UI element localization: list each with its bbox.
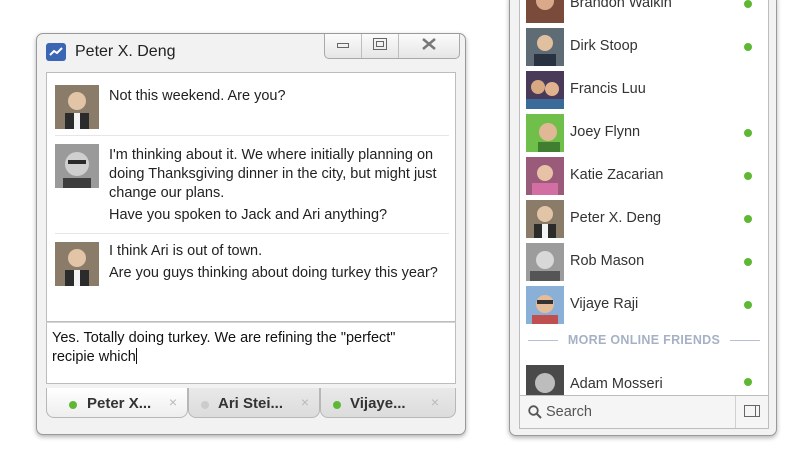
section-label: MORE ONLINE FRIENDS [567,333,721,347]
message-group: I think Ari is out of town. Are you guys… [55,233,449,314]
message-input-text: Yes. Totally doing turkey. We are refini… [52,329,432,367]
friend-name: Vijaye Raji [570,296,639,312]
chat-tab[interactable]: Vijaye... × [320,388,456,418]
friend-row[interactable]: Katie Zacarian [520,155,768,198]
sender-avatar [55,85,99,129]
messenger-icon [46,43,66,61]
friend-name: Joey Flynn [570,124,641,140]
friend-name: Rob Mason [570,253,645,269]
chat-tab-bar: Peter X... × Ari Stei... × Vijaye... × [46,386,456,422]
window-controls [324,34,460,59]
message-text: Have you spoken to Jack and Ari anything… [109,207,388,223]
message-input-line: recipie which [52,349,136,365]
chat-tab-label: Ari Stei... [218,395,284,412]
friend-name: Brandon Walkin [570,0,672,11]
friend-row[interactable]: Adam Mosseri [520,363,768,395]
search-icon [528,405,542,424]
online-status-dot [333,401,341,409]
friend-row[interactable]: Rob Mason [520,241,768,284]
online-status-dot [744,0,752,8]
online-status-dot [744,172,752,180]
online-status-dot [69,401,77,409]
friend-avatar [526,365,564,395]
online-status-dot [744,129,752,137]
friend-name: Katie Zacarian [570,167,664,183]
friend-row[interactable]: Peter X. Deng [520,198,768,241]
friend-row[interactable]: Dirk Stoop [520,26,768,69]
message-text: Are you guys thinking about doing turkey… [109,265,438,281]
more-online-friends-header: MORE ONLINE FRIENDS [528,331,760,351]
chat-tab-label: Vijaye... [350,395,406,412]
online-status-dot [744,258,752,266]
tab-close-icon[interactable]: × [431,394,439,410]
message-text: doing Thanksgiving dinner in the city, b… [109,166,437,182]
message-text: I'm thinking about it. We where initiall… [109,147,434,163]
chat-window: Peter X. Deng Not this weekend. Are you? [36,33,466,435]
online-status-dot [744,43,752,51]
minimize-icon [337,37,349,55]
friend-avatar [526,200,564,238]
sidebar-toggle-icon [744,405,760,417]
friend-name: Adam Mosseri [570,376,663,392]
offline-status-dot [201,401,209,409]
friend-avatar [526,243,564,281]
friend-row[interactable]: Joey Flynn [520,112,768,155]
popout-button[interactable] [361,34,398,58]
sender-avatar [55,144,99,188]
chat-title: Peter X. Deng [75,43,176,60]
tab-close-icon[interactable]: × [169,394,177,410]
friend-avatar [526,286,564,324]
online-status-dot [744,378,752,386]
friend-name: Dirk Stoop [570,38,638,54]
chat-title-bar[interactable]: Peter X. Deng [37,34,465,72]
close-icon [422,37,436,55]
sender-avatar [55,242,99,286]
chat-tab[interactable]: Ari Stei... × [188,388,320,418]
message-text: I think Ari is out of town. [109,243,263,259]
chat-tab[interactable]: Peter X... × [46,388,188,418]
friend-avatar [526,71,564,109]
text-caret [135,348,137,364]
divider-rule [730,340,760,341]
friend-avatar [526,28,564,66]
friends-search[interactable]: Search [519,395,769,429]
friends-list[interactable]: Brandon Walkin Dirk Stoop Francis Luu Jo… [519,0,769,395]
tab-close-icon[interactable]: × [301,394,309,410]
message-input-line: Yes. Totally doing turkey. We are refini… [52,330,396,346]
online-status-dot [744,301,752,309]
close-button[interactable] [398,34,459,58]
chat-tab-label: Peter X... [87,395,152,412]
search-label: Search [546,404,592,420]
message-input[interactable]: Yes. Totally doing turkey. We are refini… [46,322,456,384]
friend-name: Francis Luu [570,81,646,97]
friend-name: Peter X. Deng [570,210,662,226]
online-status-dot [744,215,752,223]
message-text: Not this weekend. Are you? [109,88,286,104]
friend-row[interactable]: Vijaye Raji [520,284,768,327]
friend-row[interactable]: Brandon Walkin [520,0,768,26]
friend-avatar [526,0,564,23]
friends-panel: Brandon Walkin Dirk Stoop Francis Luu Jo… [509,0,777,436]
friend-avatar [526,114,564,152]
message-group: I'm thinking about it. We where initiall… [55,135,449,232]
message-group: Not this weekend. Are you? [55,73,449,131]
sidebar-toggle-button[interactable] [735,396,768,428]
minimize-button[interactable] [325,34,361,58]
message-text: change our plans. [109,185,225,201]
friend-row[interactable]: Francis Luu [520,69,768,112]
friend-avatar [526,157,564,195]
message-history[interactable]: Not this weekend. Are you? I'm thinking … [46,72,456,322]
popout-icon [373,37,387,55]
